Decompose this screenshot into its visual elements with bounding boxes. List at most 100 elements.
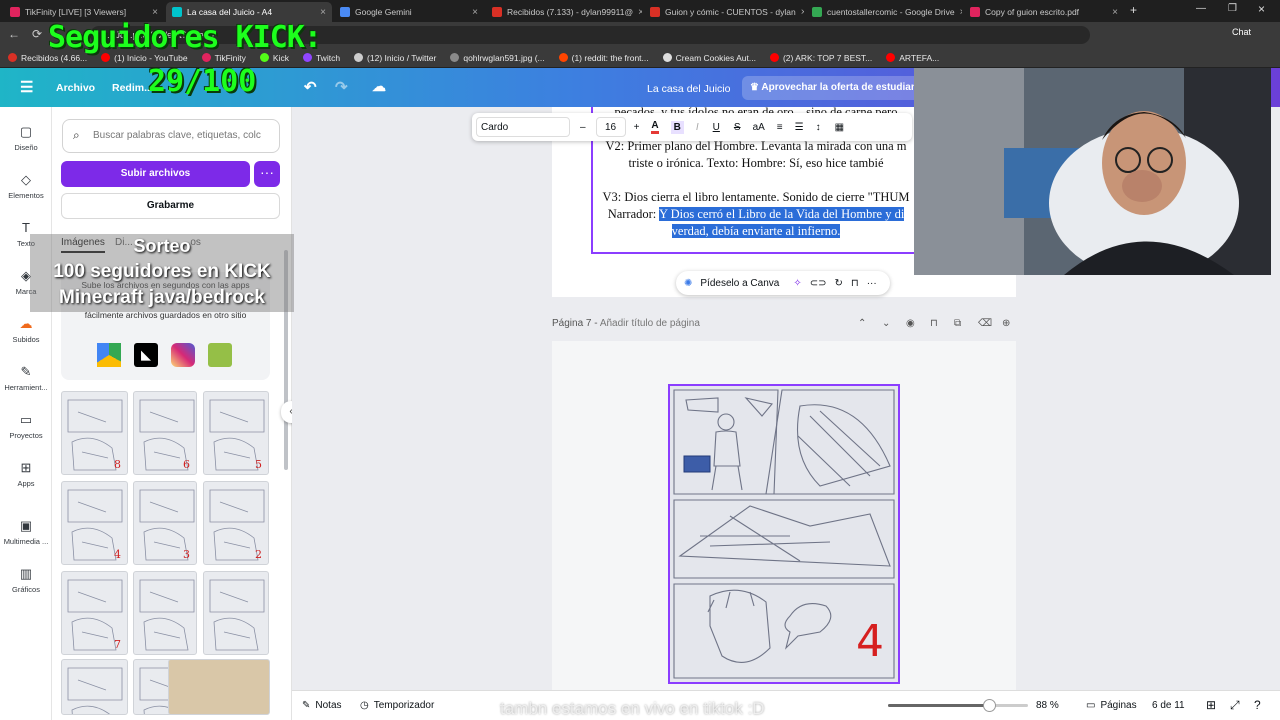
resize-button[interactable]: Redim...: [112, 82, 153, 94]
lock-icon[interactable]: ⊓: [930, 318, 938, 329]
rail-item-media[interactable]: ▣ Multimedia ...: [0, 519, 52, 547]
bookmark[interactable]: ARTEFA...: [886, 53, 939, 63]
close-icon[interactable]: ×: [152, 7, 158, 18]
student-offer-button[interactable]: ♛ Aprovechar la oferta de estudiantes: [742, 76, 920, 100]
instagram-icon[interactable]: [171, 343, 195, 367]
uploaded-image-thumb[interactable]: [133, 571, 197, 655]
font-dropdown[interactable]: Cardo: [476, 117, 570, 137]
list-icon[interactable]: ☰: [795, 122, 804, 133]
record-button[interactable]: Grabarme: [61, 193, 280, 219]
upload-files-button[interactable]: Subir archivos: [61, 161, 250, 187]
uploaded-image-thumb[interactable]: 3: [133, 481, 197, 565]
rail-item-tools[interactable]: ✎ Herramient...: [0, 365, 52, 393]
bookmark[interactable]: qohlrwglan591.jpg (...: [450, 53, 545, 63]
uploaded-image-thumb[interactable]: 6: [133, 391, 197, 475]
document-title[interactable]: La casa del Juicio: [647, 83, 730, 95]
align-center-icon[interactable]: ≡: [777, 122, 783, 133]
chat-button[interactable]: Chat: [1232, 27, 1251, 37]
delete-icon[interactable]: ⌫: [978, 318, 992, 329]
browser-tab-active[interactable]: La casa del Juicio - A4 ×: [166, 2, 332, 22]
pages-button[interactable]: ▭ Páginas: [1086, 700, 1137, 711]
chevron-down-icon[interactable]: ⌄: [882, 318, 890, 329]
zoom-slider-handle[interactable]: [982, 699, 996, 712]
close-icon[interactable]: ×: [1112, 7, 1118, 18]
more-icon[interactable]: ···: [867, 278, 877, 289]
zoom-level[interactable]: 88 %: [1036, 700, 1059, 711]
help-icon[interactable]: ?: [1254, 698, 1261, 712]
rail-item-projects[interactable]: ▭ Proyectos: [0, 413, 52, 441]
bookmark[interactable]: (12) Inicio / Twitter: [354, 53, 436, 63]
uploaded-image-thumb[interactable]: 8: [61, 391, 128, 475]
uploaded-image-thumb[interactable]: 2: [203, 481, 269, 565]
close-icon[interactable]: ×: [472, 7, 478, 18]
magic-icon[interactable]: ✧: [793, 278, 801, 289]
uploaded-image-thumb[interactable]: [203, 571, 269, 655]
close-icon[interactable]: ×: [960, 7, 962, 18]
google-drive-icon[interactable]: [97, 343, 121, 367]
file-menu-button[interactable]: Archivo: [56, 82, 95, 94]
fullscreen-icon[interactable]: ⤢: [1230, 698, 1240, 713]
uploaded-image-thumb[interactable]: 4: [61, 481, 128, 565]
close-icon[interactable]: ×: [638, 7, 642, 18]
maximize-icon[interactable]: ❐: [1228, 3, 1237, 14]
bookmark[interactable]: (1) reddit: the front...: [558, 53, 649, 63]
capcut-icon[interactable]: ◣: [134, 343, 158, 367]
text-color-icon[interactable]: A: [651, 120, 659, 134]
hamburger-icon[interactable]: ☰: [20, 78, 33, 96]
timer-button[interactable]: ◷ Temporizador: [360, 700, 434, 711]
search-input[interactable]: ⌕ Buscar palabras clave, etiquetas, colc: [62, 119, 280, 153]
more-options-button[interactable]: ···: [254, 161, 280, 187]
zoom-slider[interactable]: [888, 699, 1028, 712]
reload-icon[interactable]: ⟳: [32, 27, 42, 41]
comic-page-image[interactable]: 4: [668, 384, 900, 684]
bookmark[interactable]: Cream Cookies Aut...: [662, 53, 756, 63]
browser-tab[interactable]: Google Gemini ×: [334, 2, 484, 22]
uploaded-image-thumb[interactable]: [168, 659, 270, 715]
browser-tab[interactable]: cuentostallercomic - Google Drive×: [806, 2, 962, 22]
bold-icon[interactable]: B: [670, 120, 684, 134]
grid-view-icon[interactable]: ⊞: [1206, 698, 1216, 712]
browser-tab[interactable]: Recibidos (7.133) - dylan99911@ ×: [486, 2, 642, 22]
rail-item-apps[interactable]: ⊞ Apps: [0, 461, 52, 489]
browser-tab[interactable]: Guion y cómic - CUENTOS - dylan ×: [644, 2, 804, 22]
rail-item-elements[interactable]: ◇ Elementos: [0, 173, 52, 201]
link-icon[interactable]: ⊂⊃: [810, 278, 827, 289]
notes-button[interactable]: ✎ Notas: [302, 700, 342, 711]
redo-icon[interactable]: ↷: [335, 78, 348, 96]
case-icon[interactable]: aA: [753, 122, 765, 133]
close-window-icon[interactable]: ×: [1258, 2, 1265, 16]
hide-icon[interactable]: ◉: [906, 318, 915, 329]
decrease-size-button[interactable]: –: [580, 122, 586, 133]
spacing-icon[interactable]: ↕: [816, 122, 821, 133]
browser-tab[interactable]: TikFinity [LIVE] [3 Viewers] ×: [4, 2, 164, 22]
close-icon[interactable]: ×: [801, 7, 804, 18]
transparency-icon[interactable]: ▦: [835, 122, 844, 133]
add-page-icon[interactable]: ⊕: [1002, 318, 1010, 329]
rail-item-charts[interactable]: ▥ Gráficos: [0, 567, 52, 595]
uploaded-image-thumb[interactable]: [61, 659, 128, 715]
minimize-icon[interactable]: —: [1196, 3, 1206, 14]
rail-item-design[interactable]: ▢ Diseño: [0, 125, 52, 153]
increase-size-button[interactable]: +: [634, 122, 640, 133]
back-icon[interactable]: ←: [8, 27, 20, 41]
close-icon[interactable]: ×: [320, 7, 326, 18]
underline-icon[interactable]: U: [713, 122, 720, 133]
page-title-input[interactable]: Añadir título de página: [600, 318, 700, 329]
strikethrough-icon[interactable]: S: [734, 122, 741, 133]
font-size-input[interactable]: 16: [595, 117, 626, 137]
new-tab-icon[interactable]: +: [1130, 3, 1137, 17]
chevron-up-icon[interactable]: ⌃: [858, 318, 866, 329]
uploaded-image-thumb[interactable]: 7: [61, 571, 128, 655]
duplicate-icon[interactable]: ⧉: [954, 318, 961, 329]
ask-canva-button[interactable]: Pídeselo a Canva: [700, 278, 779, 289]
undo-icon[interactable]: ↶: [304, 78, 317, 96]
browser-tab[interactable]: Copy of guion escrito.pdf ×: [964, 2, 1124, 22]
uploaded-image-thumb[interactable]: 5: [203, 391, 269, 475]
rail-item-uploads[interactable]: ☁ Subidos: [0, 317, 52, 345]
shopify-icon[interactable]: [208, 343, 232, 367]
lock-icon[interactable]: ⊓: [851, 278, 859, 289]
italic-icon[interactable]: I: [696, 122, 699, 133]
cloud-saved-icon[interactable]: ☁: [372, 78, 386, 95]
bookmark[interactable]: (2) ARK: TOP 7 BEST...: [769, 53, 872, 63]
rotate-icon[interactable]: ↻: [835, 278, 843, 289]
